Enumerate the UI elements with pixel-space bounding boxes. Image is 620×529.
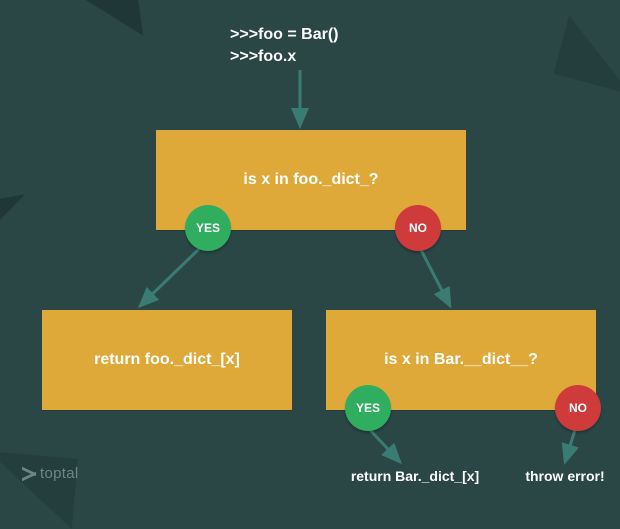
- toptal-logo: toptal: [22, 465, 79, 482]
- bg-shard: [0, 451, 78, 529]
- code-snippet: >>>foo = Bar() >>>foo.x: [230, 24, 338, 69]
- badge-no: NO: [555, 385, 601, 431]
- badge-label: YES: [196, 221, 220, 235]
- badge-label: YES: [356, 401, 380, 415]
- bg-shard: [77, 0, 143, 44]
- toptal-icon: [22, 467, 36, 481]
- leaf-return-bar: return Bar._dict_[x]: [330, 468, 500, 484]
- badge-no: NO: [395, 205, 441, 251]
- bg-shard: [554, 16, 620, 95]
- box-label: is x in Bar.__dict__?: [384, 351, 538, 369]
- flow-arrows: [0, 0, 620, 500]
- badge-yes: YES: [185, 205, 231, 251]
- code-line: >>>foo.x: [230, 46, 338, 68]
- badge-yes: YES: [345, 385, 391, 431]
- bg-shard: [0, 194, 34, 255]
- badge-label: NO: [569, 401, 587, 415]
- logo-text: toptal: [40, 465, 79, 482]
- box-label: is x in foo._dict_?: [243, 171, 378, 189]
- leaf-throw-error: throw error!: [515, 468, 615, 484]
- code-line: >>>foo = Bar(): [230, 24, 338, 46]
- box-label: return foo._dict_[x]: [94, 351, 240, 369]
- badge-label: NO: [409, 221, 427, 235]
- output-box-return-foo: return foo._dict_[x]: [42, 310, 292, 410]
